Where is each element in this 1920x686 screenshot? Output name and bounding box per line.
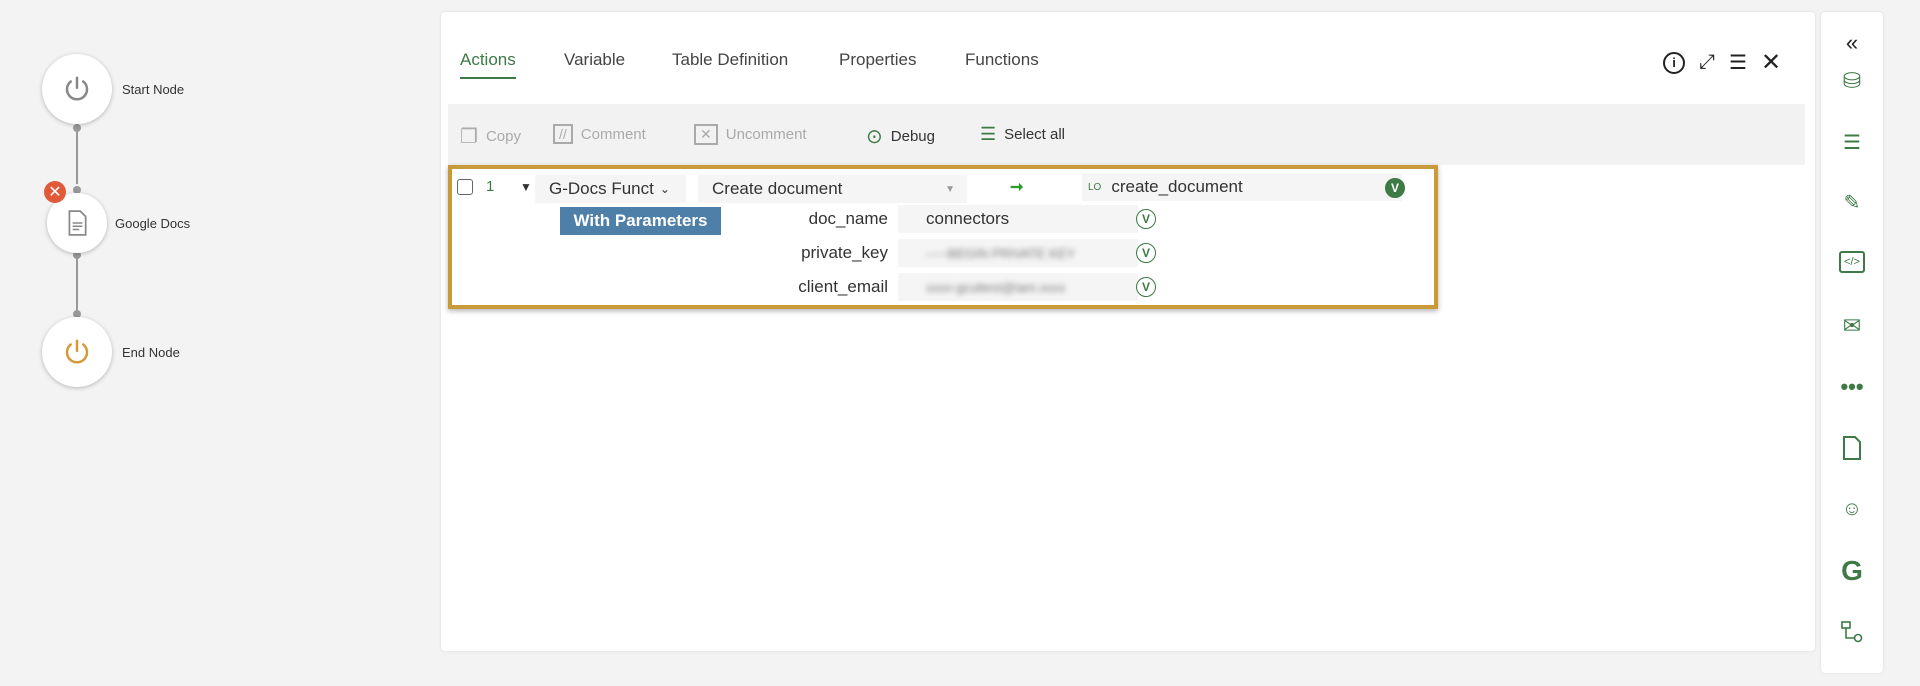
- client-email-input[interactable]: xxxx-gcuttest@iam.xxxx: [898, 273, 1138, 301]
- param-label: doc_name: [808, 209, 888, 228]
- copy-button[interactable]: ❐ Copy: [460, 124, 521, 149]
- uncomment-button[interactable]: ✕ Uncomment: [694, 124, 807, 145]
- comment-button[interactable]: //Comment: [553, 124, 646, 144]
- google-icon[interactable]: G: [1839, 555, 1865, 586]
- menu-icon[interactable]: ☰: [1729, 50, 1747, 75]
- arrow-right-icon: ➞: [1010, 179, 1024, 196]
- variable-icon[interactable]: V: [1136, 277, 1156, 297]
- checklist-icon: ☰: [980, 124, 997, 144]
- tab-properties[interactable]: Properties: [839, 50, 916, 70]
- tab-actions[interactable]: Actions: [460, 50, 516, 79]
- row-checkbox[interactable]: [457, 179, 473, 195]
- tab-variable[interactable]: Variable: [564, 50, 625, 70]
- chevron-down-icon: ⌄: [659, 182, 670, 196]
- actions-panel: Actions Variable Table Definition Proper…: [441, 12, 1815, 651]
- collapse-sidebar-icon[interactable]: «: [1839, 30, 1865, 56]
- document-icon: [68, 210, 87, 236]
- connector: [76, 124, 78, 184]
- database-icon[interactable]: ⛁: [1839, 68, 1865, 94]
- start-node[interactable]: [42, 54, 112, 124]
- tab-table-definition[interactable]: Table Definition: [672, 50, 788, 70]
- category-dropdown[interactable]: G-Docs Funct ⌄: [535, 175, 686, 203]
- connector: [76, 253, 78, 317]
- private-key-input[interactable]: -----BEGIN PRIVATE KEY: [898, 239, 1138, 267]
- workflow-icon[interactable]: [1839, 619, 1865, 645]
- comment-icon: //: [553, 124, 573, 144]
- power-icon: [65, 76, 89, 101]
- end-node-label: End Node: [122, 345, 180, 360]
- end-node[interactable]: [42, 317, 112, 387]
- code-window-icon[interactable]: </>: [1839, 251, 1865, 273]
- output-variable-field[interactable]: LO create_document: [1082, 173, 1402, 201]
- debug-icon: ⊙: [866, 126, 883, 148]
- remove-node-icon[interactable]: ✕: [44, 181, 66, 203]
- with-parameters-button[interactable]: With Parameters: [560, 207, 721, 235]
- checklist-icon[interactable]: ☰: [1839, 129, 1865, 155]
- info-icon[interactable]: i: [1663, 51, 1685, 74]
- doc-name-input[interactable]: connectors: [898, 205, 1138, 233]
- start-node-label: Start Node: [122, 82, 185, 97]
- row-number: 1: [486, 178, 495, 195]
- variable-icon[interactable]: V: [1136, 243, 1156, 263]
- caret-down-icon: ▼: [945, 183, 955, 195]
- power-icon: [65, 339, 89, 364]
- ai-brain-icon[interactable]: ☺: [1839, 496, 1865, 522]
- debug-button[interactable]: ⊙ Debug: [866, 124, 935, 149]
- uncomment-icon: ✕: [694, 124, 718, 145]
- edit-list-icon[interactable]: ✎: [1839, 189, 1865, 215]
- select-all-button[interactable]: ☰ Select all: [980, 124, 1065, 145]
- copy-icon: ❐: [460, 126, 478, 148]
- param-labels: doc_name private_key client_email: [722, 169, 888, 309]
- variable-icon[interactable]: V: [1136, 209, 1156, 229]
- toolbar: ❐ Copy //Comment ✕ Uncomment ⊙ Debug ☰ Selec…: [448, 104, 1805, 165]
- email-icon[interactable]: ✉: [1839, 313, 1865, 339]
- connector-dot: [73, 124, 81, 132]
- variable-icon[interactable]: V: [1385, 178, 1405, 198]
- action-row: 1 ▼ G-Docs Funct ⌄ Create document ▼ ➞ LO c…: [448, 165, 1438, 309]
- more-icon[interactable]: •••: [1839, 374, 1865, 400]
- close-icon[interactable]: ✕: [1761, 48, 1781, 77]
- google-docs-node-label: Google Docs: [115, 216, 191, 231]
- param-label: client_email: [798, 277, 888, 296]
- tab-functions[interactable]: Functions: [965, 50, 1039, 70]
- collapse-icon[interactable]: ▼: [520, 180, 532, 194]
- param-label: private_key: [801, 243, 888, 262]
- expand-icon[interactable]: ⤢: [1699, 51, 1715, 74]
- file-icon[interactable]: [1839, 435, 1865, 461]
- right-sidebar: « ⛁ ☰ ✎ </> ✉ ••• ☺ G: [1821, 12, 1883, 673]
